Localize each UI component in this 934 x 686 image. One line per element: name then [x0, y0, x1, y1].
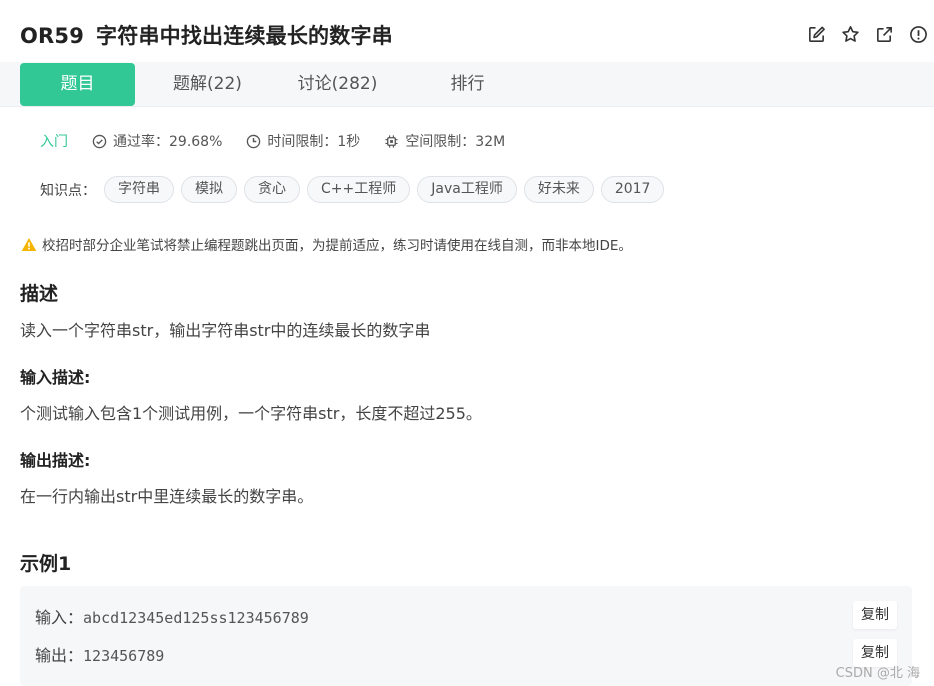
header-actions — [807, 25, 928, 44]
example-box: 输入：abcd12345ed125ss123456789 复制 输出：12345… — [20, 586, 912, 686]
tag-greedy[interactable]: 贪心 — [244, 176, 300, 203]
tag-java-engineer[interactable]: Java工程师 — [417, 176, 517, 203]
tag-company[interactable]: 好未来 — [523, 176, 594, 203]
description-text: 读入一个字符串str，输出字符串str中的连续最长的数字串 — [20, 321, 431, 340]
tags-label: 知识点： — [40, 182, 96, 199]
tab-ranking[interactable]: 排行 — [410, 63, 525, 106]
warning-icon — [21, 237, 37, 251]
tag-cpp-engineer[interactable]: C++工程师 — [307, 176, 411, 203]
output-text: 在一行内输出str中里连续最长的数字串。 — [20, 487, 314, 506]
tab-solutions[interactable]: 题解(22) — [150, 63, 265, 106]
problem-code: OR59 — [20, 24, 85, 48]
output-heading: 输出描述: — [20, 451, 91, 470]
tag-string[interactable]: 字符串 — [104, 176, 174, 203]
warning-text: 校招时部分企业笔试将禁止编程题跳出页面，为提前适应，练习时请使用在线自测，而非本… — [42, 238, 632, 254]
time-limit: 时间限制：1秒 — [246, 131, 360, 151]
info-icon[interactable] — [909, 25, 928, 44]
input-heading: 输入描述: — [20, 368, 91, 387]
share-icon[interactable] — [875, 25, 894, 44]
edit-icon[interactable] — [807, 25, 826, 44]
example-input-line: 输入：abcd12345ed125ss123456789 — [35, 604, 309, 628]
chip-icon — [385, 134, 398, 148]
problem-meta: 入门 通过率：29.68% 时间限制：1秒 空间限制：32M — [40, 131, 529, 151]
difficulty-level: 入门 — [40, 134, 68, 150]
tab-discussion[interactable]: 讨论(282) — [280, 63, 395, 106]
example-output-value: 123456789 — [83, 647, 165, 665]
problem-title: OR59 字符串中找出连续最长的数字串 — [20, 20, 393, 50]
example-output-line: 输出：123456789 — [35, 642, 164, 666]
star-icon[interactable] — [841, 25, 860, 44]
tab-bar: 题目 题解(22) 讨论(282) 排行 — [0, 62, 934, 107]
tab-problem[interactable]: 题目 — [20, 63, 135, 106]
pass-rate-text: 通过率：29.68% — [113, 134, 223, 150]
input-text: 个测试输入包含1个测试用例，一个字符串str，长度不超过255。 — [20, 404, 482, 423]
description-heading: 描述 — [20, 283, 59, 305]
problem-name: 字符串中找出连续最长的数字串 — [96, 24, 393, 48]
tag-simulation[interactable]: 模拟 — [181, 176, 237, 203]
watermark: CSDN @北 海 — [835, 666, 920, 681]
exam-warning: 校招时部分企业笔试将禁止编程题跳出页面，为提前适应，练习时请使用在线自测，而非本… — [21, 234, 632, 254]
time-limit-text: 时间限制：1秒 — [267, 134, 361, 150]
knowledge-tags: 知识点： 字符串 模拟 贪心 C++工程师 Java工程师 好未来 2017 — [40, 176, 671, 203]
example-input-label: 输入： — [35, 608, 84, 627]
tag-year[interactable]: 2017 — [600, 176, 665, 203]
example-input-value: abcd12345ed125ss123456789 — [83, 609, 309, 627]
space-limit-text: 空间限制：32M — [405, 134, 506, 150]
problem-header: OR59 字符串中找出连续最长的数字串 — [0, 0, 934, 62]
pass-rate: 通过率：29.68% — [92, 131, 222, 151]
clock-icon — [247, 134, 261, 148]
example-heading: 示例1 — [20, 553, 72, 575]
example-output-label: 输出： — [35, 646, 84, 665]
space-limit: 空间限制：32M — [384, 131, 505, 151]
copy-input-button[interactable]: 复制 — [853, 601, 897, 629]
check-circle-icon — [92, 134, 107, 148]
